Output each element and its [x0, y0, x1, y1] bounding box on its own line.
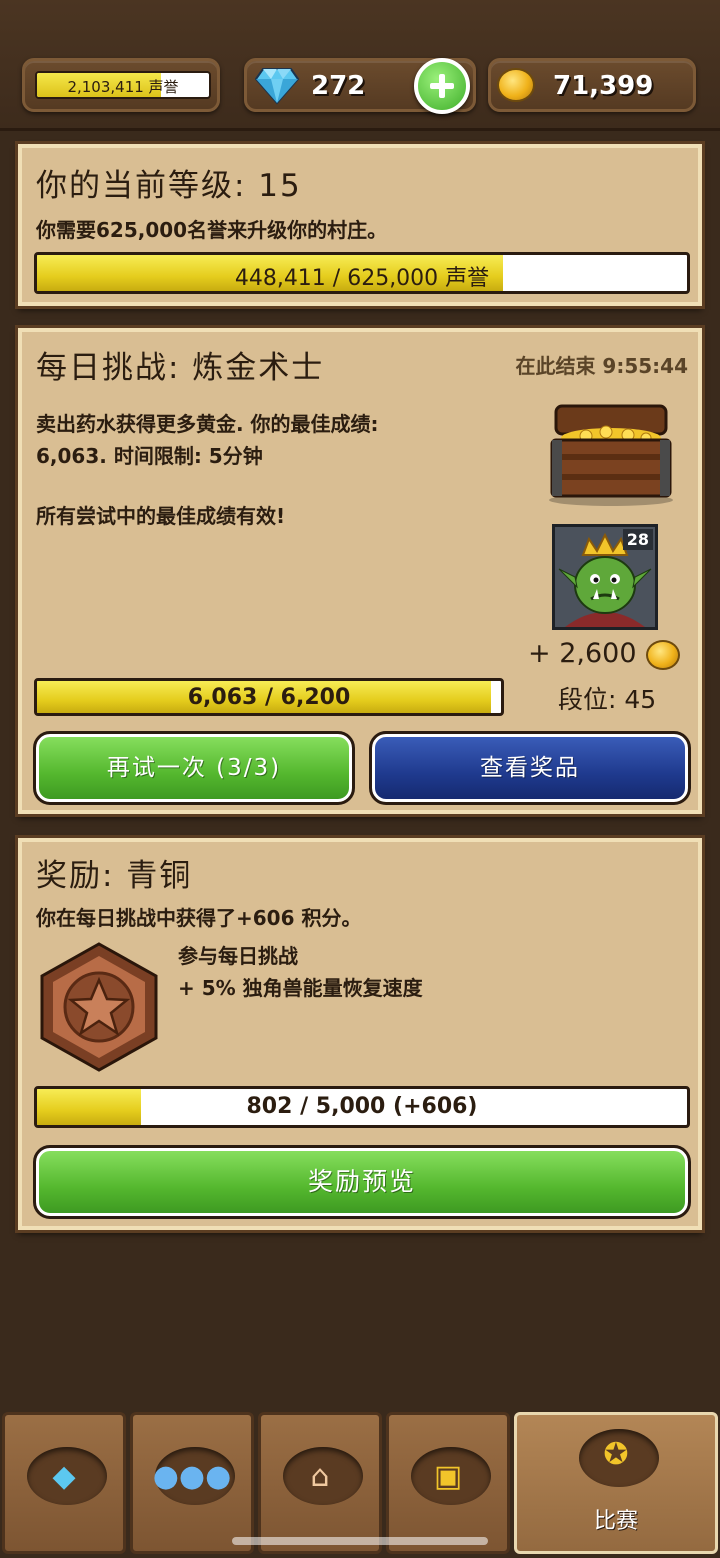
gold-coin-icon [497, 68, 535, 102]
retry-button[interactable]: 再试一次 (3/3) [33, 731, 355, 805]
challenge-desc-line1: 卖出药水获得更多黄金. 你的最佳成绩: [36, 412, 379, 436]
perk-participation: 参与每日挑战 [178, 944, 298, 968]
tab-village[interactable]: ⌂ [258, 1412, 382, 1554]
daily-challenge-panel: 每日挑战: 炼金术士 在此结束 9:55:44 卖出药水获得更多黄金. 你的最佳… [15, 325, 705, 817]
bronze-star-medal-icon [40, 942, 158, 1072]
reward-preview-button[interactable]: 奖励预览 [33, 1145, 691, 1219]
diamond-icon [255, 68, 299, 105]
house-icon: ⌂ [310, 1459, 330, 1494]
level-title: 你的当前等级: 15 [36, 168, 302, 204]
level-progress-bar: 448,411 / 625,000 声誉 [34, 252, 690, 294]
tab-shop[interactable]: ◆ [2, 1412, 126, 1554]
gold-counter: 71,399 [488, 58, 696, 112]
gem-count: 272 [311, 71, 366, 101]
treasure-chest-icon [549, 404, 673, 506]
medal-icon: ✪ [603, 1437, 629, 1472]
view-prizes-button[interactable]: 查看奖品 [369, 731, 691, 805]
people-icon: ●●● [152, 1459, 232, 1494]
reward-panel: 奖励: 青铜 你在每日挑战中获得了+606 积分。 参与每日挑战 + 5% 独角… [15, 835, 705, 1233]
reward-progress-text: 802 / 5,000 (+606) [246, 1094, 478, 1119]
gold-coin-icon [646, 640, 680, 670]
gem-icon: ◆ [52, 1459, 76, 1494]
tab-competition-label: 比赛 [593, 1509, 638, 1534]
top-resource-bar: 2,103,411 声誉 272 71,399 [0, 0, 720, 131]
rank-text: 段位: 45 [558, 685, 657, 714]
reward-progress-bar: 802 / 5,000 (+606) [34, 1086, 690, 1128]
gold-count: 71,399 [553, 71, 654, 101]
level-progress-text: 448,411 / 625,000 声誉 [234, 266, 490, 291]
challenge-progress-bar: 6,063 / 6,200 [34, 678, 504, 716]
reward-description: 你在每日挑战中获得了+606 积分。 [36, 906, 362, 930]
challenge-progress-text: 6,063 / 6,200 [187, 685, 351, 710]
level-description: 你需要625,000名誉来升级你的村庄。 [36, 218, 388, 242]
challenge-desc-line2: 6,063. 时间限制: 5分钟 [36, 444, 263, 468]
rival-avatar[interactable]: 28 [552, 524, 658, 630]
tab-social[interactable]: ●●● [130, 1412, 254, 1554]
home-indicator [232, 1537, 488, 1545]
challenge-timer: 在此结束 9:55:44 [515, 354, 688, 378]
perk-unicorn-energy: + 5% 独角兽能量恢复速度 [178, 976, 423, 1000]
reputation-text: 2,103,411 声誉 [67, 78, 179, 96]
buy-gems-button[interactable] [414, 58, 470, 114]
level-panel: 你的当前等级: 15 你需要625,000名誉来升级你的村庄。 448,411 … [15, 141, 705, 309]
challenge-title: 每日挑战: 炼金术士 [36, 350, 325, 386]
challenge-note: 所有尝试中的最佳成绩有效! [36, 504, 286, 528]
chest-icon: ▣ [433, 1459, 463, 1494]
bottom-navigation: ◆ ●●● ⌂ ▣ ✪ 比赛 [0, 1408, 720, 1558]
reward-title: 奖励: 青铜 [36, 858, 193, 894]
rival-level-badge: 28 [622, 529, 653, 550]
tab-chest[interactable]: ▣ [386, 1412, 510, 1554]
reputation-bar: 2,103,411 声誉 [35, 71, 211, 99]
reward-gold-amount: + 2,600 [528, 638, 637, 669]
tab-competition[interactable]: ✪ 比赛 [514, 1412, 718, 1554]
reputation-counter: 2,103,411 声誉 [22, 58, 220, 112]
